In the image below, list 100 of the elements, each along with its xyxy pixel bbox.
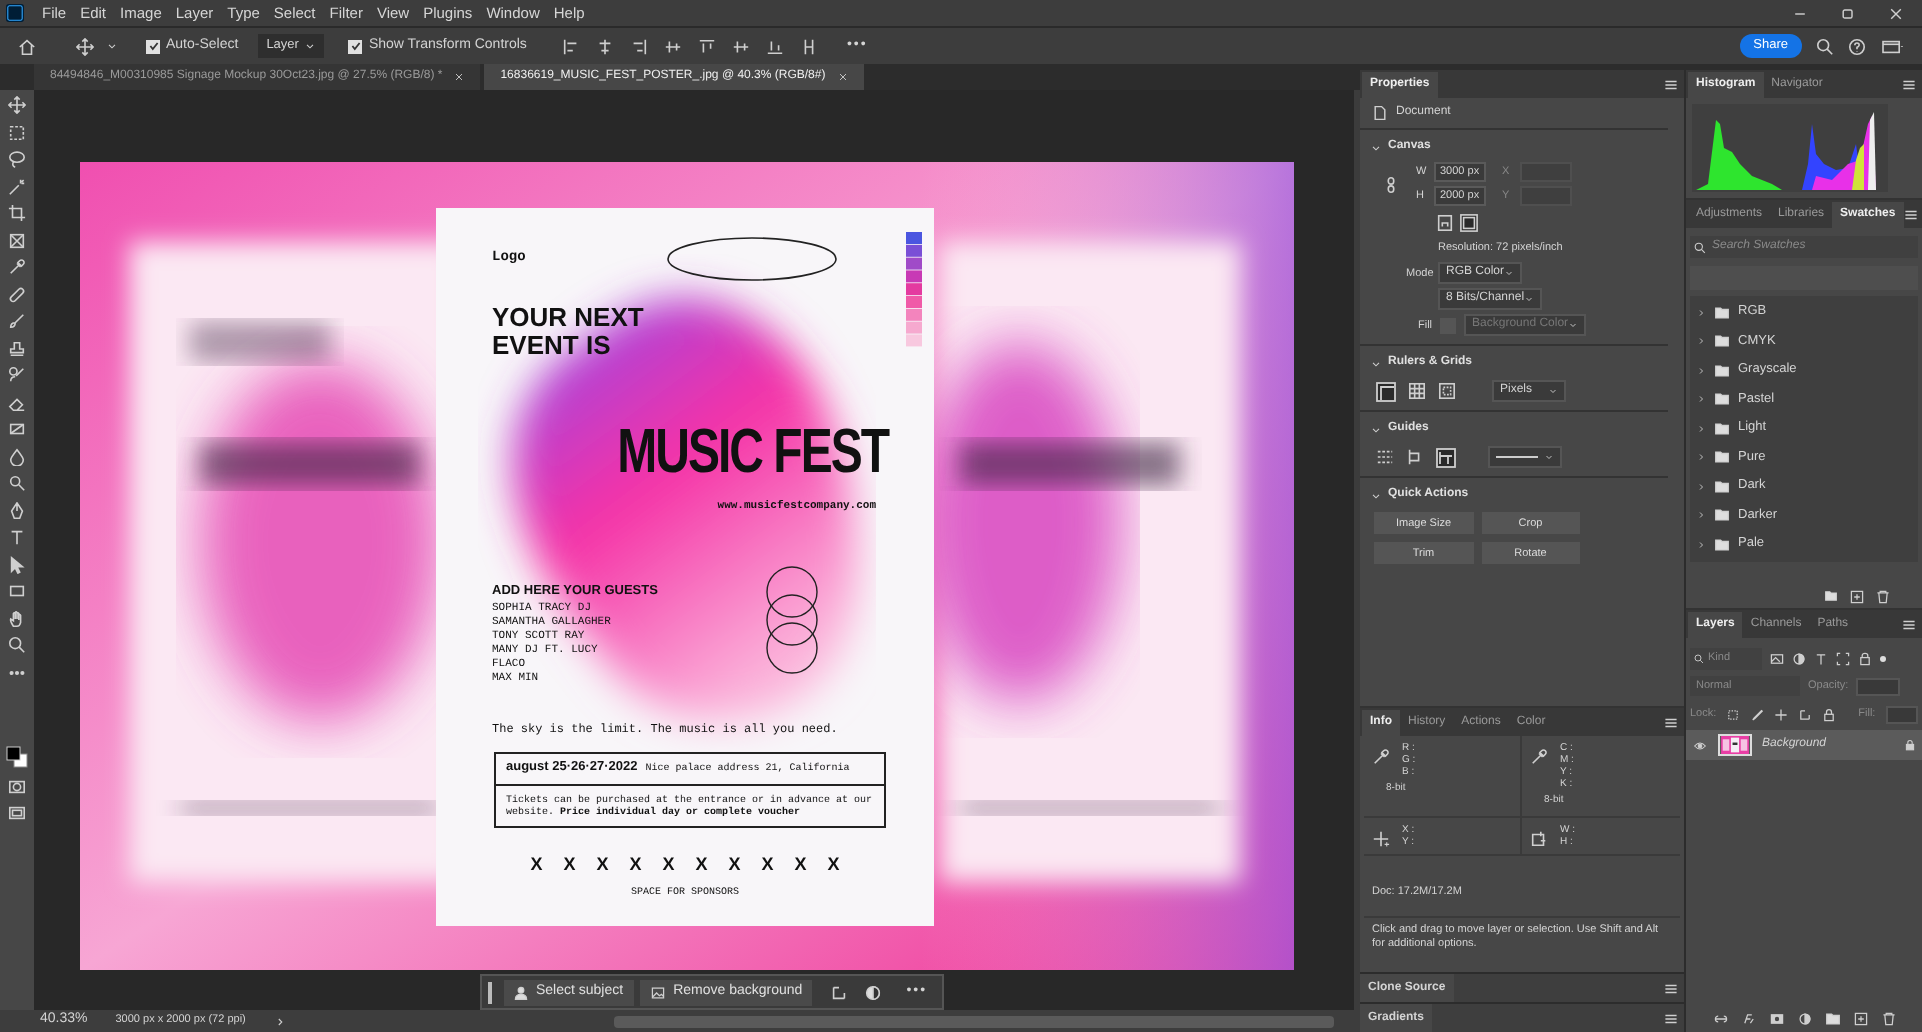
- chevron-icon: [1696, 423, 1706, 434]
- folder-icon[interactable]: [1824, 590, 1838, 602]
- panel-menu-icon[interactable]: [1664, 1011, 1678, 1025]
- trash-icon[interactable]: [1876, 590, 1890, 604]
- panel-menu-icon[interactable]: [1664, 981, 1678, 995]
- lock-position-icon[interactable]: [1774, 707, 1789, 721]
- expand-icon[interactable]: [273, 1015, 286, 1027]
- person-icon: [514, 985, 528, 999]
- alignment-icon[interactable]: [766, 37, 785, 55]
- panel-menu-icon[interactable]: [1664, 77, 1678, 91]
- eyedropper-icon[interactable]: [8, 258, 26, 276]
- crop-tool-icon[interactable]: [8, 204, 26, 222]
- frame-tool-icon[interactable]: [8, 231, 26, 249]
- panel-menu-icon[interactable]: [1902, 77, 1916, 91]
- new-swatch-icon[interactable]: [1850, 590, 1864, 604]
- checkbox[interactable]: [348, 39, 363, 53]
- workspace-icon[interactable]: [1880, 37, 1904, 55]
- eye-icon[interactable]: [1692, 739, 1708, 751]
- chevron-icon[interactable]: [1370, 141, 1382, 153]
- marquee-tool-icon[interactable]: [8, 123, 26, 141]
- chevron-icon[interactable]: [1370, 489, 1382, 502]
- color-swatches-icon[interactable]: [6, 746, 28, 768]
- quick-mask-icon[interactable]: [8, 777, 26, 795]
- rectangle-tool-icon[interactable]: [8, 582, 26, 600]
- screen-mode-icon[interactable]: [8, 804, 26, 822]
- link-layers-icon[interactable]: [1713, 1012, 1727, 1026]
- brush-icon[interactable]: [8, 312, 26, 330]
- lock-pixels-icon[interactable]: [1726, 707, 1741, 721]
- new-layer-icon[interactable]: [1853, 1012, 1867, 1026]
- line-style-dropdown[interactable]: [1488, 446, 1562, 469]
- hand-icon[interactable]: [8, 609, 26, 627]
- bandage-icon[interactable]: [8, 285, 26, 303]
- history-brush-icon[interactable]: [8, 366, 26, 384]
- poster-title: MUSIC FEST: [617, 419, 888, 487]
- lock-filter-icon[interactable]: [1858, 651, 1872, 665]
- fill-field[interactable]: [1885, 705, 1918, 723]
- folder-icon[interactable]: [1825, 1012, 1839, 1026]
- alignment-icon[interactable]: [800, 37, 819, 55]
- alignment-icon[interactable]: [596, 37, 615, 55]
- panel-menu-icon[interactable]: [1664, 715, 1678, 729]
- search-icon[interactable]: [1816, 37, 1834, 55]
- gradient-tool-icon[interactable]: [8, 420, 26, 438]
- alignment-icon[interactable]: [732, 37, 751, 55]
- dodge-tool-icon[interactable]: [8, 474, 26, 492]
- smart-guides-icon[interactable]: [1406, 448, 1424, 467]
- chevron-icon[interactable]: [1370, 357, 1382, 370]
- close-icon[interactable]: [837, 72, 848, 82]
- guides-icon[interactable]: [1376, 448, 1394, 467]
- panel-menu-icon[interactable]: [1902, 617, 1916, 631]
- fx-icon[interactable]: [1741, 1012, 1755, 1026]
- panel-menu-icon[interactable]: [1903, 207, 1918, 221]
- guide-layout-icon[interactable]: [1436, 447, 1456, 468]
- transform-icon[interactable]: [830, 983, 849, 1001]
- alignment-icon[interactable]: [562, 37, 581, 55]
- type-filter-icon[interactable]: [1814, 651, 1828, 665]
- pen-tool-icon[interactable]: [8, 501, 26, 519]
- alignment-icon[interactable]: [698, 37, 717, 55]
- trash-icon[interactable]: [1881, 1012, 1895, 1026]
- alignment-icon[interactable]: [630, 37, 649, 55]
- chevron-icon: [1696, 452, 1706, 463]
- grid-icon[interactable]: [1408, 382, 1426, 401]
- adjustment-layer-icon[interactable]: [1797, 1012, 1811, 1026]
- magic-wand-icon[interactable]: [8, 177, 26, 195]
- zoom-icon[interactable]: [8, 636, 26, 654]
- lasso-tool-icon[interactable]: [8, 150, 26, 168]
- lock-all-icon[interactable]: [1822, 707, 1837, 721]
- help-icon[interactable]: [1848, 37, 1866, 55]
- close-icon[interactable]: [454, 72, 465, 82]
- stamp-icon[interactable]: [8, 339, 26, 357]
- restore-icon[interactable]: [1840, 5, 1856, 21]
- lock-paint-icon[interactable]: [1750, 707, 1765, 721]
- mask-icon[interactable]: [1769, 1012, 1783, 1026]
- link-icon[interactable]: [1386, 175, 1396, 193]
- home-icon[interactable]: [18, 37, 36, 55]
- scrollbar[interactable]: [613, 1015, 1334, 1027]
- eraser-icon[interactable]: [8, 393, 26, 411]
- rulers-icon[interactable]: [1376, 381, 1396, 402]
- chevron-icon[interactable]: [1370, 423, 1382, 436]
- guides-grid-icon[interactable]: [1438, 382, 1456, 401]
- caret-icon[interactable]: [106, 40, 118, 52]
- lock-artboard-icon[interactable]: [1798, 707, 1813, 721]
- close-icon[interactable]: [1888, 5, 1904, 21]
- chevron-icon: [1696, 539, 1706, 550]
- pixel-filter-icon[interactable]: [1770, 651, 1784, 665]
- crosshair-icon: [1372, 829, 1390, 847]
- adjustment-icon[interactable]: [864, 983, 883, 1001]
- move-tool-icon[interactable]: [8, 96, 26, 114]
- shape-filter-icon[interactable]: [1836, 651, 1850, 665]
- opacity-field[interactable]: [1856, 677, 1901, 695]
- search-icon: [1694, 653, 1704, 663]
- portrait-orientation-icon[interactable]: [1436, 214, 1454, 232]
- arrow-icon[interactable]: [8, 555, 26, 573]
- landscape-orientation-icon[interactable]: [1460, 214, 1478, 232]
- drop-icon[interactable]: [8, 447, 26, 465]
- move-tool-icon[interactable]: [76, 37, 94, 55]
- checkbox[interactable]: [146, 39, 160, 53]
- type-tool-icon[interactable]: [8, 528, 26, 546]
- alignment-icon[interactable]: [664, 37, 683, 55]
- adjustment-filter-icon[interactable]: [1792, 651, 1806, 665]
- caret-icon: [1544, 452, 1554, 463]
